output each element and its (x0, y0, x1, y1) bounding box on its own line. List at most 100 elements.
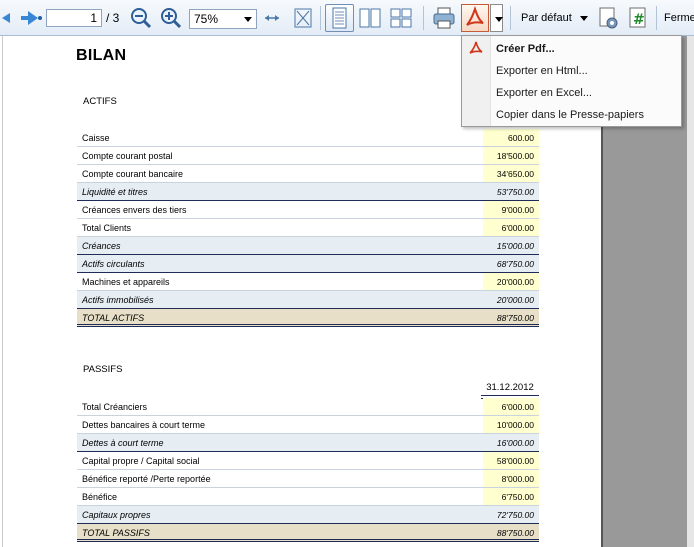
row-value: 9'000.00 (483, 201, 539, 218)
page-total-label: / 3 (106, 11, 120, 25)
two-page-view-icon[interactable] (357, 4, 383, 32)
row-label: Compte courant postal (82, 151, 173, 161)
row-label: Dettes à court terme (82, 438, 164, 448)
page-title: BILAN (76, 47, 127, 64)
subtotal-row: Dettes à court terme 16'000.00 (77, 434, 539, 452)
actifs-header: ACTIFS (83, 96, 117, 107)
zoom-out-icon[interactable] (128, 4, 154, 32)
row-value: 10'000.00 (483, 416, 539, 433)
svg-text:#: # (633, 12, 645, 28)
export-pdf-button[interactable] (461, 4, 489, 32)
row-value: 6'750.00 (483, 488, 539, 505)
toolbar-separator (656, 6, 657, 30)
actifs-table: Caisse 600.00 Compte courant postal 18'500.… (77, 129, 539, 327)
row-value: 72'750.00 (496, 510, 534, 520)
row-label: Compte courant bancaire (82, 169, 184, 179)
row-label: Caisse (82, 133, 110, 143)
printer-icon[interactable] (430, 4, 458, 32)
format-dropdown[interactable]: Par défaut (521, 4, 591, 32)
row-value: 6'000.00 (483, 219, 539, 236)
menu-item-create-pdf[interactable]: Créer Pdf... (496, 41, 555, 57)
row-value: 8'000.00 (483, 470, 539, 487)
passifs-header: PASSIFS (83, 364, 123, 375)
row-value: 88'750.00 (496, 313, 534, 323)
export-dropdown-button[interactable] (490, 4, 503, 32)
row-label: Créances (82, 241, 121, 251)
subtotal-row: Actifs circulants 68'750.00 (77, 255, 539, 273)
toolbar-separator (423, 6, 424, 30)
total-row: TOTAL PASSIFS 88'750.00 (77, 524, 539, 542)
table-row: Bénéfice reporté /Perte reportée 8'000.00 (77, 470, 539, 488)
table-row: Créances envers des tiers 9'000.00 (77, 201, 539, 219)
row-label: Machines et appareils (82, 277, 170, 287)
row-label: Bénéfice (82, 492, 118, 502)
subtotal-row: Créances 15'000.00 (77, 237, 539, 255)
row-label: Capitaux propres (82, 510, 151, 520)
row-label: Total Créanciers (82, 402, 148, 412)
date-column-header: 31.12.2012 (486, 382, 534, 393)
chevron-down-icon (244, 17, 252, 22)
row-value: 53'750.00 (496, 187, 534, 197)
page-settings-icon[interactable] (596, 4, 622, 32)
table-row: Caisse 600.00 (77, 129, 539, 147)
row-value: 58'000.00 (483, 452, 539, 469)
table-row: Compte courant bancaire 34'650.00 (77, 165, 539, 183)
fit-page-icon[interactable] (292, 4, 314, 32)
subtotal-row: Actifs immobilisés 20'000.00 (77, 291, 539, 309)
page-left-edge (2, 36, 3, 547)
toolbar-separator (510, 6, 511, 30)
row-label: TOTAL ACTIFS (82, 313, 145, 323)
chevron-down-icon (495, 17, 503, 22)
row-label: Actifs circulants (82, 259, 145, 269)
single-page-view-button[interactable] (325, 4, 354, 32)
table-row: Total Clients 6'000.00 (77, 219, 539, 237)
total-row: TOTAL ACTIFS 88'750.00 (77, 309, 539, 327)
zoom-in-icon[interactable] (158, 4, 184, 32)
row-value: 20'000.00 (496, 295, 534, 305)
menu-item-export-excel[interactable]: Exporter en Excel... (496, 85, 592, 101)
subtotal-row: Capitaux propres 72'750.00 (77, 506, 539, 524)
table-row: Compte courant postal 18'500.00 (77, 147, 539, 165)
table-row: Dettes bancaires à court terme 10'000.00 (77, 416, 539, 434)
row-value: 88'750.00 (496, 528, 534, 538)
page-number-input[interactable]: 1 (46, 9, 102, 27)
row-label: Dettes bancaires à court terme (82, 420, 206, 430)
table-row: Machines et appareils 20'000.00 (77, 273, 539, 291)
row-label: Actifs immobilisés (82, 295, 154, 305)
toolbar: 1 / 3 75% Par défaut # Ferme (0, 0, 694, 36)
toolbar-separator (320, 6, 321, 30)
row-value: 68'750.00 (496, 259, 534, 269)
row-value: 18'500.00 (483, 147, 539, 164)
passifs-table: Total Créanciers 6'000.00 Dettes bancaires… (77, 398, 539, 542)
format-label: Par défaut (521, 12, 572, 24)
menu-item-copy-clipboard[interactable]: Copier dans le Presse-papiers (496, 107, 644, 123)
zoom-select[interactable]: 75% (189, 9, 257, 29)
pdf-icon (468, 41, 484, 57)
next-page-icon[interactable] (18, 4, 44, 32)
grid-view-icon[interactable] (388, 4, 414, 32)
row-value: 16'000.00 (496, 438, 534, 448)
row-numbers-icon[interactable]: # (627, 4, 649, 32)
close-button[interactable]: Ferme (664, 4, 694, 32)
chevron-down-icon (579, 15, 588, 21)
row-value: 6'000.00 (483, 398, 539, 415)
row-label: Bénéfice reporté /Perte reportée (82, 474, 211, 484)
fit-width-icon[interactable] (262, 4, 282, 32)
table-row: Total Créanciers 6'000.00 (77, 398, 539, 416)
table-row: Bénéfice 6'750.00 (77, 488, 539, 506)
subtotal-row: Liquidité et titres 53'750.00 (77, 183, 539, 201)
export-menu: Créer Pdf... Exporter en Html... Exporte… (461, 35, 682, 127)
zoom-value: 75% (194, 12, 219, 26)
row-label: TOTAL PASSIFS (82, 528, 150, 538)
row-value: 15'000.00 (496, 241, 534, 251)
back-arrow-icon[interactable] (0, 4, 12, 32)
row-label: Liquidité et titres (82, 187, 148, 197)
menu-item-export-html[interactable]: Exporter en Html... (496, 63, 588, 79)
row-value: 600.00 (483, 129, 539, 146)
row-value: 20'000.00 (483, 273, 539, 290)
row-label: Capital propre / Capital social (82, 456, 200, 466)
row-value: 34'650.00 (483, 165, 539, 182)
table-row: Capital propre / Capital social 58'000.00 (77, 452, 539, 470)
vertical-scrollbar[interactable] (687, 36, 694, 547)
row-label: Créances envers des tiers (82, 205, 187, 215)
